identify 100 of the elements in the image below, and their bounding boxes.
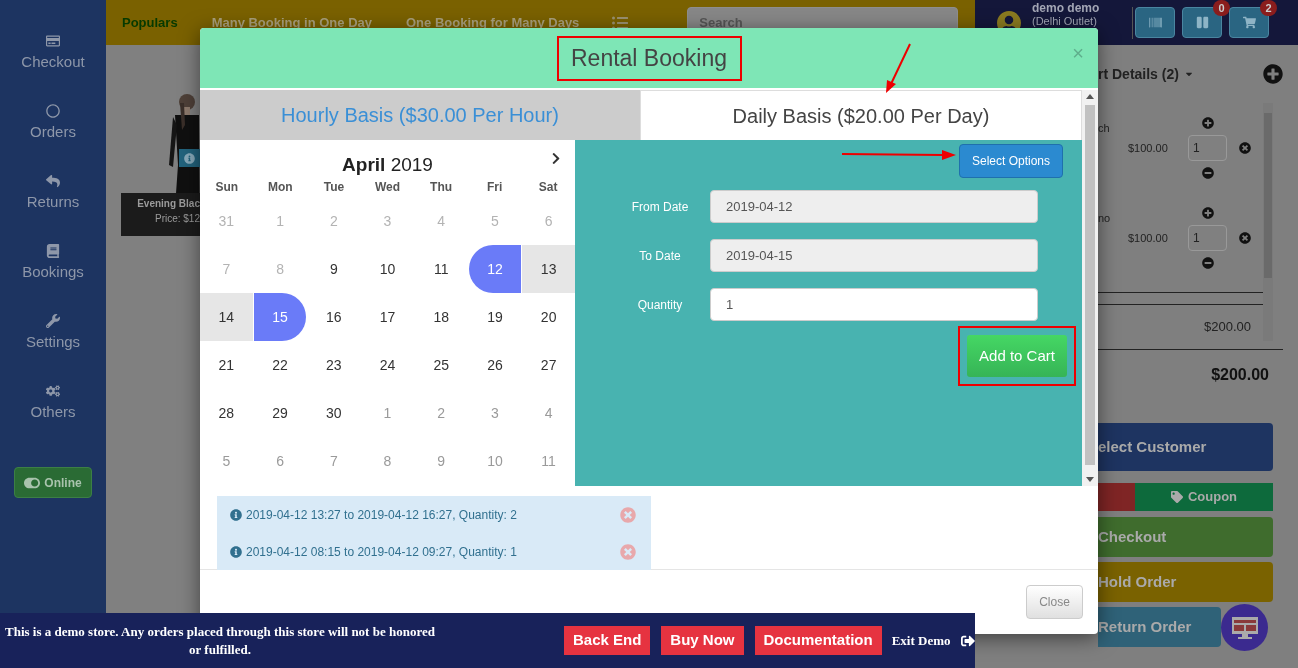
calendar-day[interactable]: 9 xyxy=(414,437,468,485)
category-tab[interactable]: One Booking for Many Days xyxy=(406,12,580,33)
booking-entry: 2019-04-12 13:27 to 2019-04-12 16:27, Quantity: 2 xyxy=(246,506,518,524)
calendar-day[interactable]: 3 xyxy=(361,197,414,245)
calendar-day[interactable]: 4 xyxy=(414,197,468,245)
calendar-day[interactable]: 7 xyxy=(200,245,253,293)
action-button[interactable]: Checkout xyxy=(1098,517,1273,557)
text-field[interactable]: 2019-04-15 xyxy=(710,239,1038,272)
sidebar-item[interactable]: Checkout xyxy=(21,34,85,104)
decrease-icon[interactable] xyxy=(1201,167,1214,179)
sidebar-icon xyxy=(46,314,60,328)
calendar-month: April 2019 xyxy=(342,154,433,176)
barcode-icon xyxy=(1148,16,1162,29)
count-badge: 2 xyxy=(1260,0,1277,16)
calendar-day[interactable]: 10 xyxy=(468,437,522,485)
weekday-label: Fri xyxy=(485,178,504,196)
pricing-tab[interactable]: Daily Basis ($20.00 Per Day) xyxy=(640,90,1082,140)
calendar-day[interactable]: 12 xyxy=(468,245,522,293)
outlet-name: (Delhi Outlet) xyxy=(1032,15,1098,27)
calendar-day[interactable]: 3 xyxy=(468,389,522,437)
weekday-label: Sat xyxy=(537,178,559,196)
add-to-cart-button[interactable]: Add to Cart xyxy=(967,335,1067,377)
calendar-day[interactable]: 26 xyxy=(468,341,522,389)
increase-icon[interactable] xyxy=(1201,117,1214,129)
action-button[interactable]: Hold Order xyxy=(1098,562,1273,602)
calendar-day[interactable]: 16 xyxy=(307,293,361,341)
calendar-day[interactable]: 22 xyxy=(253,341,307,389)
calendar-day[interactable]: 4 xyxy=(522,389,575,437)
category-tab[interactable]: Populars xyxy=(122,12,178,33)
remove-icon[interactable] xyxy=(1239,142,1251,154)
field-label: From Date xyxy=(630,198,690,216)
cart-item: ch $100.00 1 xyxy=(1098,103,1263,193)
calendar-day[interactable]: 6 xyxy=(522,197,575,245)
banner-link[interactable]: Buy Now xyxy=(661,626,744,655)
weekday-label: Wed xyxy=(373,178,402,196)
calendar-day[interactable]: 11 xyxy=(522,437,575,485)
calendar-day[interactable]: 23 xyxy=(307,341,361,389)
calendar-day[interactable]: 14 xyxy=(200,293,253,341)
calendar-day[interactable]: 5 xyxy=(200,437,253,485)
calendar-day[interactable]: 2 xyxy=(414,389,468,437)
calendar-day[interactable]: 8 xyxy=(361,437,414,485)
calendar-day[interactable]: 5 xyxy=(468,197,522,245)
calendar-day[interactable]: 2 xyxy=(307,197,361,245)
calendar-day[interactable]: 7 xyxy=(307,437,361,485)
calendar-day[interactable]: 20 xyxy=(522,293,575,341)
calendar-day[interactable]: 31 xyxy=(200,197,253,245)
weekday-label: Tue xyxy=(322,178,346,196)
calendar-day[interactable]: 13 xyxy=(522,245,575,293)
calendar-day[interactable]: 8 xyxy=(253,245,307,293)
coupon-button[interactable]: Coupon xyxy=(1135,483,1273,511)
calendar-day[interactable]: 24 xyxy=(361,341,414,389)
select-options-button[interactable]: Select Options xyxy=(958,144,1063,178)
close-dialog-button[interactable]: Close xyxy=(1026,585,1083,619)
calendar-day[interactable]: 1 xyxy=(253,197,307,245)
add-icon[interactable] xyxy=(1263,64,1283,84)
banner-link[interactable]: Back End xyxy=(564,626,651,655)
sidebar-item[interactable]: Orders xyxy=(30,104,76,174)
sidebar-item[interactable]: Returns xyxy=(26,174,80,244)
action-button[interactable]: Return Order xyxy=(1098,607,1221,647)
calendar-day[interactable]: 27 xyxy=(522,341,575,389)
calendar-day[interactable]: 25 xyxy=(414,341,468,389)
demo-notice: This is a demo store. Any orders placed through this store will not be honored or fulfilled. xyxy=(4,622,436,659)
next-month-icon[interactable] xyxy=(551,152,561,165)
remove-icon[interactable] xyxy=(1239,232,1251,244)
sidebar-item[interactable]: Others xyxy=(30,384,76,454)
calendar-day[interactable]: 30 xyxy=(307,389,361,437)
calendar-day[interactable]: 11 xyxy=(414,245,468,293)
quantity-field[interactable]: 1 xyxy=(1188,225,1227,251)
quantity-field[interactable]: 1 xyxy=(1188,135,1227,161)
calendar-day[interactable]: 29 xyxy=(253,389,307,437)
weekday-label: Mon xyxy=(267,178,294,196)
sidebar-icon xyxy=(46,104,60,118)
product-caption: Evening Blac Price: $12 xyxy=(121,193,200,236)
text-field[interactable]: 1 xyxy=(710,288,1038,321)
online-toggle[interactable]: Online xyxy=(14,467,92,498)
calendar-day[interactable]: 19 xyxy=(468,293,522,341)
info-icon xyxy=(230,508,242,521)
sidebar-item[interactable]: Bookings xyxy=(22,244,84,314)
calendar-day[interactable]: 18 xyxy=(414,293,468,341)
pricing-tab[interactable]: Hourly Basis ($30.00 Per Hour) xyxy=(200,90,640,140)
calendar-day[interactable]: 9 xyxy=(307,245,361,293)
calendar-day[interactable]: 10 xyxy=(361,245,414,293)
calendar-day[interactable]: 1 xyxy=(361,389,414,437)
exit-demo-link[interactable]: Exit Demo xyxy=(891,630,951,651)
decrease-icon[interactable] xyxy=(1201,257,1214,269)
category-tab[interactable]: Many Booking in One Day xyxy=(211,12,372,33)
calendar-day[interactable]: 6 xyxy=(253,437,307,485)
action-button[interactable]: elect Customer xyxy=(1098,423,1273,471)
field-label: To Date xyxy=(638,247,682,265)
cart-title[interactable]: rt Details (2) xyxy=(1098,63,1194,85)
increase-icon[interactable] xyxy=(1201,207,1214,219)
calendar-day[interactable]: 15 xyxy=(253,293,307,341)
calendar-day[interactable]: 28 xyxy=(200,389,253,437)
field-label: Quantity xyxy=(636,296,684,314)
calendar-day[interactable]: 17 xyxy=(361,293,414,341)
banner-link[interactable]: Documentation xyxy=(754,626,882,655)
text-field[interactable]: 2019-04-12 xyxy=(710,190,1038,223)
calendar-day[interactable]: 21 xyxy=(200,341,253,389)
item-price: $100.00 xyxy=(1128,230,1169,246)
sidebar-item[interactable]: Settings xyxy=(25,314,81,384)
